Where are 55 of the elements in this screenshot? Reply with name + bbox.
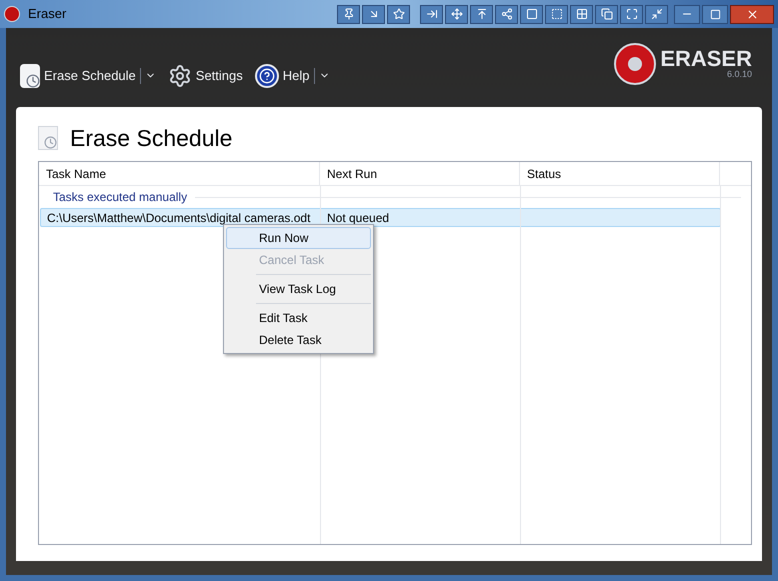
- arrow-up-icon: [476, 8, 488, 20]
- table-cell-text: Not queued: [326, 210, 390, 226]
- dashed-square-icon: [550, 8, 562, 20]
- dropdown-button[interactable]: [140, 68, 156, 84]
- title-bar-tool-button[interactable]: [362, 4, 385, 24]
- title-bar-tool-button[interactable]: [337, 4, 360, 24]
- menu-item[interactable]: View Task Log: [226, 278, 371, 300]
- maximize-button[interactable]: [702, 4, 728, 24]
- square-icon: [526, 8, 538, 20]
- close-icon: [746, 8, 758, 20]
- title-bar-tool-button[interactable]: [545, 4, 568, 24]
- title-bar-tool-button[interactable]: [570, 4, 593, 24]
- column-header[interactable]: Status: [520, 162, 720, 185]
- title-bar-tool-button[interactable]: [420, 4, 443, 24]
- column-header[interactable]: Next Run: [320, 162, 520, 185]
- title-bar-tool-button[interactable]: [520, 4, 543, 24]
- document-clock-icon: [20, 64, 40, 88]
- star-icon: [392, 8, 404, 20]
- group-header: Tasks executed manually: [53, 189, 188, 206]
- pin-icon: [342, 8, 354, 20]
- title-bar-tool-button[interactable]: [387, 4, 410, 24]
- title-bar-tool-button[interactable]: [595, 4, 618, 24]
- radiation-logo-icon: [614, 42, 656, 84]
- copy-icon: [600, 8, 612, 20]
- title-bar-tool-button[interactable]: [470, 4, 493, 24]
- grid-icon: [576, 8, 588, 20]
- dropdown-button[interactable]: [314, 68, 330, 84]
- title-bar-tool-button[interactable]: [620, 4, 643, 24]
- title-bar-tool-button[interactable]: [645, 4, 668, 24]
- window-title: Eraser: [28, 5, 66, 24]
- shrink-icon: [650, 8, 662, 20]
- maximize-icon: [710, 8, 720, 20]
- arrow-to-line-icon: [426, 8, 438, 20]
- toolbar-button[interactable]: Help: [254, 64, 310, 88]
- toolbar-button[interactable]: Erase Schedule: [20, 64, 136, 88]
- menu-item[interactable]: Run Now: [226, 227, 371, 249]
- title-bar-tool-button[interactable]: [445, 4, 468, 24]
- app-icon: [4, 6, 20, 22]
- move-icon: [450, 8, 462, 20]
- table-cell-text: C:\Users\Matthew\Documents\digital cameras.odt: [46, 210, 312, 226]
- column-header[interactable]: Task Name: [39, 162, 320, 185]
- menu-item[interactable]: Delete Task: [226, 329, 371, 351]
- maximize-icon: [626, 8, 638, 20]
- title-bar-tool-button[interactable]: [495, 4, 518, 24]
- gear-icon: [168, 64, 192, 88]
- toolbar-button[interactable]: Settings: [168, 64, 243, 88]
- help-icon: [254, 64, 279, 88]
- share-icon: [500, 8, 512, 20]
- menu-item[interactable]: Edit Task: [226, 307, 371, 329]
- logo-text: ERASER: [660, 48, 752, 70]
- version-text: 6.0.10: [726, 70, 752, 79]
- page-title: Erase Schedule: [70, 124, 232, 153]
- table-row[interactable]: C:\Users\Matthew\Documents\digital cameras.odt Not queued: [40, 208, 721, 227]
- document-clock-icon: [38, 126, 58, 150]
- close-button[interactable]: [730, 4, 774, 24]
